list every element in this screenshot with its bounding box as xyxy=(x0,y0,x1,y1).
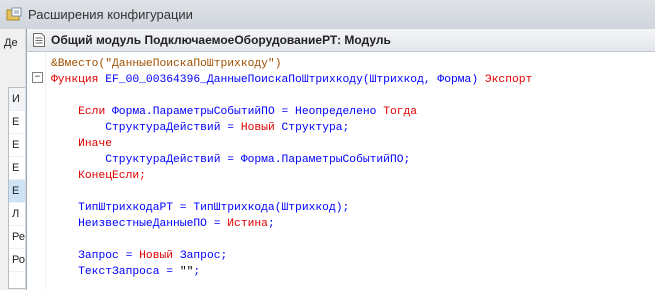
code-line[interactable]: Если Форма.ПараметрыСобытийПО = Неопреде… xyxy=(51,104,417,120)
code-line[interactable]: ТекстЗапроса = ""; xyxy=(51,264,200,280)
code-token: Если xyxy=(51,106,113,118)
code-token: Форма.ПараметрыСобытийПО = Неопределено xyxy=(112,106,384,118)
list-item[interactable]: И xyxy=(9,88,27,111)
code-token: СтруктураДействий = xyxy=(51,122,241,134)
code-token: Функция xyxy=(51,74,106,86)
list-item[interactable]: Е xyxy=(9,180,27,203)
code-gutter xyxy=(27,52,46,290)
code-line[interactable]: &Вместо("ДанныеПоискаПоШтрихкоду") xyxy=(51,56,282,72)
editor-title: Общий модуль ПодключаемоеОборудованиеРТ:… xyxy=(51,33,391,47)
code-token: Структура; xyxy=(281,122,350,134)
code-token: Новый xyxy=(139,250,180,262)
code-line[interactable]: СтруктураДействий = Форма.ПараметрыСобыт… xyxy=(51,152,410,168)
code-token: Иначе xyxy=(51,138,113,150)
code-token: ; xyxy=(267,218,275,230)
back-window-titlebar: Расширения конфигурации xyxy=(0,0,655,30)
code-area[interactable]: − &Вместо("ДанныеПоискаПоШтрихкоду") Функ… xyxy=(27,52,655,290)
list-item[interactable]: Л xyxy=(9,203,27,226)
list-item[interactable]: Ро xyxy=(9,249,27,272)
back-window-title: Расширения конфигурации xyxy=(28,7,193,22)
code-token: Новый xyxy=(240,122,282,134)
code-token: СтруктураДействий = Форма.ПараметрыСобыт… xyxy=(51,154,411,166)
code-line[interactable]: ТипШтрихкодаРТ = ТипШтрихкода(Штрихкод); xyxy=(51,200,349,216)
editor-titlebar[interactable]: Общий модуль ПодключаемоеОборудованиеРТ:… xyxy=(27,29,655,52)
code-line[interactable]: Функция EF_00_00364396_ДанныеПоискаПоШтр… xyxy=(51,72,532,88)
code-token: КонецЕсли; xyxy=(51,170,146,182)
list-item[interactable]: Ре xyxy=(9,226,27,249)
code-token: Тогда xyxy=(383,106,418,118)
code-token: Запрос = xyxy=(51,250,140,262)
configuration-extension-icon xyxy=(6,7,22,21)
code-token: Экспорт xyxy=(484,74,533,86)
code-token: ТипШтрихкодаРТ = ТипШтрихкода(Штрихкод); xyxy=(51,202,350,214)
back-window-tab[interactable]: Де xyxy=(4,37,18,49)
code-line[interactable]: КонецЕсли; xyxy=(51,168,146,184)
module-document-icon xyxy=(33,33,45,47)
list-item[interactable]: Е xyxy=(9,134,27,157)
code-line[interactable]: СтруктураДействий = Новый Структура; xyxy=(51,120,349,136)
code-token: ТекстЗапроса = xyxy=(51,266,180,278)
module-editor-window: Общий модуль ПодключаемоеОборудованиеРТ:… xyxy=(26,29,655,290)
code-line[interactable]: НеизвестныеДанныеПО = Истина; xyxy=(51,216,275,232)
list-item[interactable]: Е xyxy=(9,157,27,180)
extensions-list[interactable]: И Е Е Е Е Л Ре Ро xyxy=(8,87,28,289)
code-token: &Вместо("ДанныеПоискаПоШтрихкоду") xyxy=(51,58,282,70)
code-token: Запрос; xyxy=(179,250,228,262)
list-item[interactable]: Е xyxy=(9,111,27,134)
fold-toggle-icon[interactable]: − xyxy=(32,72,43,83)
code-token: ; xyxy=(193,266,201,278)
code-line[interactable]: Иначе xyxy=(51,136,112,152)
code-token: "" xyxy=(179,266,194,278)
code-token: НеизвестныеДанныеПО = xyxy=(51,218,228,230)
code-token: Истина xyxy=(227,218,268,230)
code-token: EF_00_00364396_ДанныеПоискаПоШтрихкоду(Ш… xyxy=(105,74,485,86)
back-window-panel: Де И Е Е Е Е Л Ре Ро xyxy=(0,29,28,290)
code-line[interactable]: Запрос = Новый Запрос; xyxy=(51,248,227,264)
